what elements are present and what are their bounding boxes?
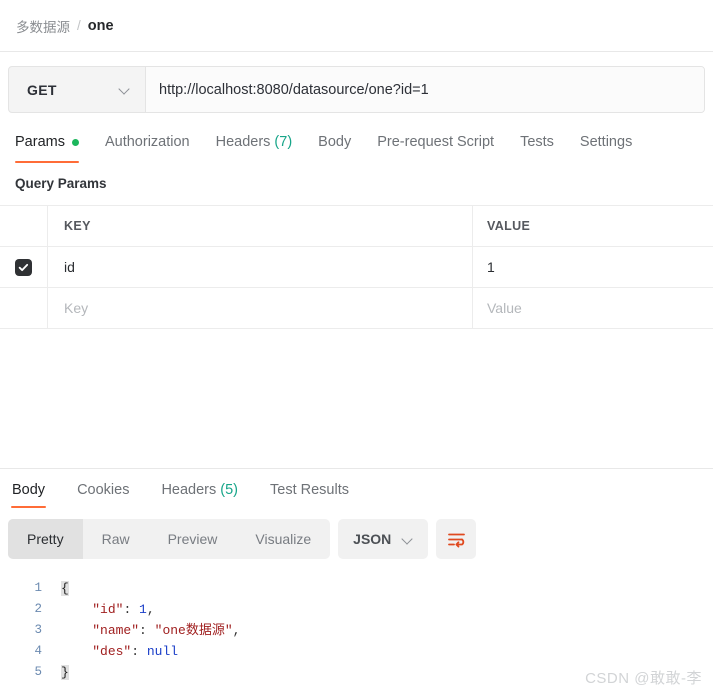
view-mode-raw[interactable]: Raw: [83, 519, 149, 559]
word-wrap-icon: [447, 533, 465, 547]
word-wrap-toggle-button[interactable]: [436, 519, 477, 559]
tab-pre-request-script[interactable]: Pre-request Script: [377, 126, 494, 158]
code-line-3: "name": "one数据源",: [52, 620, 713, 641]
table-row: id 1: [0, 247, 713, 288]
header-cell-key: KEY: [48, 206, 473, 246]
view-mode-visualize[interactable]: Visualize: [236, 519, 330, 559]
json-colon: :: [131, 644, 147, 659]
response-format-label: JSON: [353, 531, 392, 547]
empty-row-value-input[interactable]: Value: [473, 288, 713, 328]
request-url-bar: GET http://localhost:8080/datasource/one…: [8, 66, 705, 113]
query-params-table: KEY VALUE id 1 Key Value: [0, 205, 713, 329]
tab-authorization[interactable]: Authorization: [105, 126, 190, 158]
chevron-down-icon: [402, 534, 413, 545]
line-number: 2: [34, 602, 42, 616]
json-key-name: "name": [92, 623, 140, 638]
tab-params[interactable]: Params: [15, 126, 79, 163]
request-tab-bar: Params Authorization Headers (7) Body Pr…: [0, 126, 713, 164]
table-header-row: KEY VALUE: [0, 206, 713, 247]
http-method-label: GET: [27, 81, 57, 98]
query-params-title: Query Params: [15, 176, 107, 191]
tab-body[interactable]: Body: [318, 126, 351, 158]
row-key-cell[interactable]: id: [48, 247, 473, 287]
table-row-empty: Key Value: [0, 288, 713, 329]
line-number-gutter: 1 2 3 4 5: [0, 572, 52, 696]
json-value-id: 1: [139, 602, 147, 617]
empty-row-key-input[interactable]: Key: [48, 288, 473, 328]
response-tab-headers-label: Headers: [161, 482, 217, 498]
column-header-value: VALUE: [487, 219, 531, 233]
breadcrumb-separator: /: [77, 18, 81, 33]
open-brace: {: [61, 581, 69, 596]
json-value-des: null: [146, 644, 179, 659]
response-tab-headers[interactable]: Headers (5): [157, 476, 242, 504]
tab-headers-label: Headers: [215, 134, 271, 150]
tab-headers[interactable]: Headers (7): [216, 126, 293, 158]
response-format-select[interactable]: JSON: [338, 519, 429, 559]
response-tab-body-label: Body: [12, 482, 46, 498]
url-input[interactable]: http://localhost:8080/datasource/one?id=…: [146, 67, 704, 112]
code-line-1: {: [52, 578, 713, 599]
json-value-name: "one数据源": [154, 623, 233, 638]
json-key-id: "id": [92, 602, 124, 617]
response-format-toolbar: Pretty Raw Preview Visualize JSON: [8, 519, 477, 559]
column-header-key: KEY: [64, 219, 91, 233]
breadcrumb: 多数据源 / one: [0, 0, 713, 52]
tab-authorization-label: Authorization: [104, 134, 190, 150]
tab-pre-request-script-label: Pre-request Script: [377, 134, 495, 150]
row-value-cell[interactable]: 1: [473, 247, 713, 287]
breadcrumb-current[interactable]: one: [88, 18, 114, 34]
response-tab-headers-count: (5): [220, 482, 238, 498]
json-comma: ,: [146, 602, 155, 617]
param-enabled-checkbox[interactable]: [15, 258, 32, 276]
check-icon: [18, 263, 29, 271]
params-modified-dot-icon: [71, 138, 79, 146]
line-number: 5: [34, 665, 42, 679]
tab-body-label: Body: [318, 134, 352, 150]
url-text: http://localhost:8080/datasource/one?id=…: [159, 81, 429, 98]
response-tab-bar: Body Cookies Headers (5) Test Results: [0, 476, 713, 512]
http-method-select[interactable]: GET: [9, 67, 146, 112]
view-mode-segmented-control: Pretty Raw Preview Visualize: [8, 519, 331, 559]
json-key-des: "des": [92, 644, 132, 659]
response-tab-cookies[interactable]: Cookies: [73, 476, 133, 504]
json-colon: :: [139, 623, 155, 638]
line-number: 3: [34, 623, 42, 637]
row-checkbox-cell: [0, 247, 48, 287]
view-mode-preview[interactable]: Preview: [149, 519, 237, 559]
line-number: 4: [34, 644, 42, 658]
json-colon: :: [123, 602, 140, 617]
breadcrumb-parent[interactable]: 多数据源: [16, 16, 70, 36]
json-comma: ,: [232, 623, 241, 638]
empty-value-placeholder: Value: [487, 300, 522, 316]
response-divider: [0, 468, 713, 469]
postman-request-window: 多数据源 / one GET http://localhost:8080/dat…: [0, 0, 713, 696]
tab-params-label: Params: [15, 134, 65, 150]
tab-tests-label: Tests: [520, 134, 554, 150]
header-cell-value: VALUE: [473, 206, 713, 246]
chevron-down-icon: [119, 84, 130, 95]
param-value-value: 1: [487, 259, 495, 275]
watermark: CSDN @敢敢-李: [585, 670, 702, 687]
empty-row-checkbox-cell: [0, 288, 48, 328]
response-tab-body[interactable]: Body: [8, 476, 49, 508]
tab-tests[interactable]: Tests: [520, 126, 554, 158]
response-tab-test-results[interactable]: Test Results: [266, 476, 353, 504]
tab-settings[interactable]: Settings: [580, 126, 632, 158]
response-tab-test-results-label: Test Results: [270, 482, 349, 498]
code-line-2: "id": 1,: [52, 599, 713, 620]
code-line-4: "des": null: [52, 641, 713, 662]
close-brace: }: [61, 665, 69, 680]
response-tab-cookies-label: Cookies: [77, 482, 130, 498]
view-mode-pretty[interactable]: Pretty: [8, 519, 83, 559]
tab-headers-count: (7): [274, 134, 293, 150]
header-cell-checkbox: [0, 206, 48, 246]
tab-settings-label: Settings: [579, 134, 633, 150]
line-number: 1: [34, 581, 42, 595]
param-key-value: id: [64, 259, 75, 275]
empty-key-placeholder: Key: [64, 300, 89, 316]
